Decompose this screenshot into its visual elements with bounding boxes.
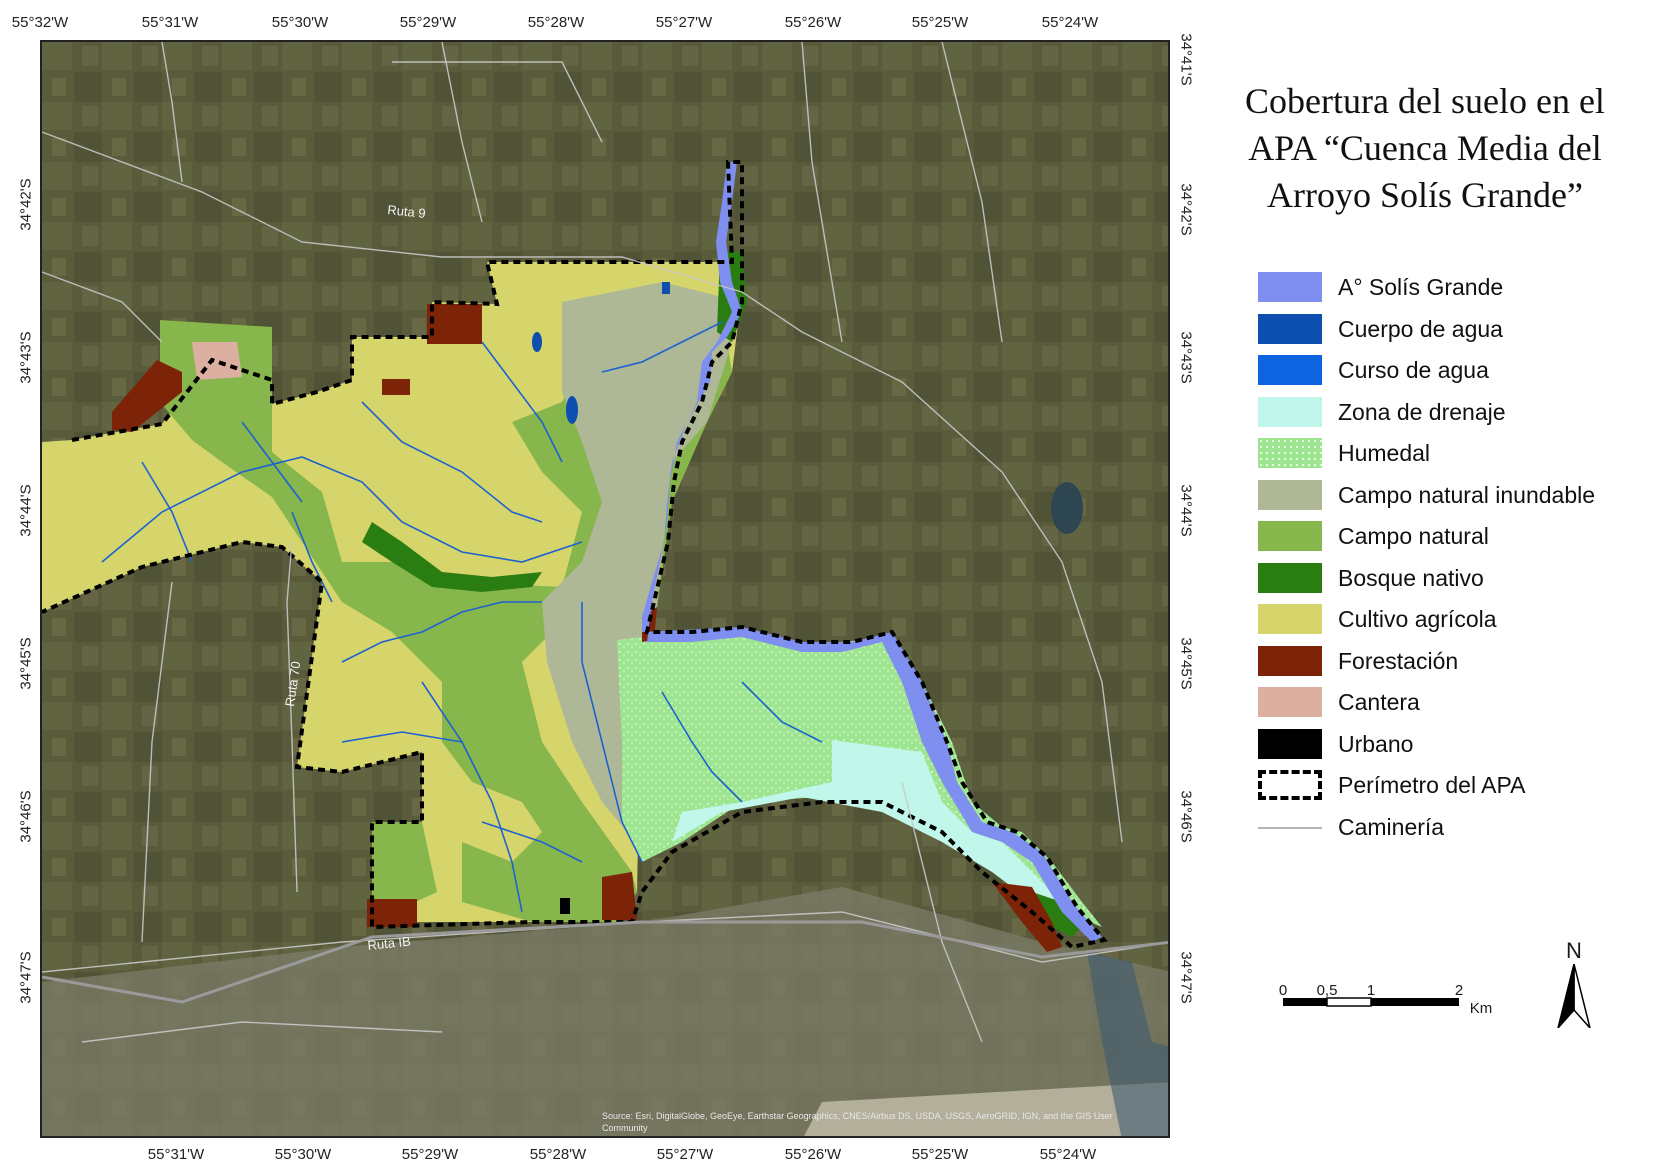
lon-tick-bottom: 55°26'W: [784, 1146, 842, 1163]
forestacion-5: [602, 872, 637, 920]
legend-label: Bosque nativo: [1338, 564, 1484, 591]
pond: [1051, 482, 1083, 534]
title-line-3: Arroyo Solís Grande”: [1267, 175, 1583, 215]
north-arrow: N: [1552, 938, 1596, 1028]
urbano-area: [560, 898, 570, 914]
lon-tick-bottom: 55°27'W: [656, 1146, 714, 1163]
scale-tick-2: 2: [1454, 982, 1464, 999]
scale-tick-0-5: 0,5: [1316, 982, 1338, 999]
map-credits: Source: Esri, DigitalGlobe, GeoEye, Eart…: [602, 1111, 1113, 1133]
legend-swatch: [1258, 396, 1322, 427]
cuerpo-agua-1: [662, 282, 670, 294]
map-title: Cobertura del suelo en el APA “Cuenca Me…: [1205, 78, 1645, 219]
lon-tick-bottom: 55°28'W: [529, 1146, 587, 1163]
legend-label: Cuerpo de agua: [1338, 315, 1503, 342]
land-cover-map: Ruta 9 Ruta 70 Ruta IB: [42, 42, 1168, 1136]
forestacion-3: [382, 379, 410, 395]
legend-label: Campo natural: [1338, 523, 1489, 549]
lat-tick-right: 34°44'S: [1177, 484, 1195, 537]
legend-item: A° Solís Grande: [1258, 270, 1648, 304]
lat-tick-left: 34°47'S: [17, 951, 35, 1004]
lat-tick-left: 34°42'S: [17, 178, 35, 231]
scale-unit: Km: [1469, 1000, 1493, 1017]
lon-tick-bottom: 55°31'W: [147, 1146, 205, 1163]
legend-label: Cultivo agrícola: [1338, 606, 1497, 632]
map-frame[interactable]: Ruta 9 Ruta 70 Ruta IB Source: Esri, Dig…: [40, 40, 1170, 1138]
legend-label: Caminería: [1338, 813, 1445, 840]
lon-tick-top: 55°30'W: [271, 14, 329, 31]
lat-tick-right: 34°46'S: [1177, 790, 1195, 843]
legend-swatch: [1258, 479, 1322, 510]
legend-label: A° Solís Grande: [1338, 274, 1504, 300]
legend-label: Urbano: [1338, 730, 1414, 757]
lat-tick-left: 34°46'S: [17, 790, 35, 843]
lon-tick-bottom: 55°30'W: [274, 1146, 332, 1163]
legend-item: Perímetro del APA: [1258, 768, 1648, 802]
legend-swatch: [1258, 355, 1322, 385]
legend-item: Bosque nativo: [1258, 561, 1648, 595]
cuerpo-agua-3: [566, 396, 578, 424]
legend-swatch: [1258, 272, 1322, 302]
legend-item: Humedal: [1258, 436, 1648, 470]
lon-tick-top: 55°31'W: [141, 14, 199, 31]
lon-tick-top: 55°27'W: [655, 14, 713, 31]
legend-item: Zona de drenaje: [1258, 395, 1648, 429]
lat-tick-right: 34°41'S: [1177, 33, 1195, 86]
lat-tick-left: 34°45'S: [17, 637, 35, 690]
legend-item: Cuerpo de agua: [1258, 312, 1648, 346]
cantera-area: [192, 342, 242, 380]
legend-swatch: [1258, 826, 1322, 829]
lat-tick-left: 34°44'S: [17, 484, 35, 537]
legend-swatch: [1258, 687, 1322, 717]
lon-tick-top: 55°29'W: [399, 14, 457, 31]
legend-label: Campo natural inundable: [1338, 481, 1596, 508]
legend-swatch: [1258, 438, 1322, 468]
legend-item: Forestación: [1258, 644, 1648, 678]
legend-item: Caminería: [1258, 810, 1648, 844]
cuerpo-agua-2: [532, 332, 542, 352]
legend-item: Curso de agua: [1258, 353, 1648, 387]
north-label: N: [1566, 938, 1582, 963]
legend-label: Zona de drenaje: [1338, 398, 1506, 425]
legend-swatch: [1258, 562, 1322, 593]
forestacion-1: [427, 304, 482, 344]
legend-label: Forestación: [1338, 647, 1459, 674]
scale-tick-0: 0: [1278, 982, 1288, 999]
lat-tick-right: 34°45'S: [1177, 637, 1195, 690]
lon-tick-bottom: 55°24'W: [1039, 1146, 1097, 1163]
lat-tick-left: 34°43'S: [17, 331, 35, 384]
lat-tick-right: 34°42'S: [1177, 183, 1195, 236]
lat-tick-right: 34°47'S: [1177, 951, 1195, 1004]
lon-tick-bottom: 55°29'W: [401, 1146, 459, 1163]
legend-swatch: [1258, 645, 1322, 676]
legend-swatch: [1258, 728, 1322, 759]
lat-tick-right: 34°43'S: [1177, 331, 1195, 384]
scale-tick-1: 1: [1366, 982, 1376, 999]
forestacion-4: [367, 899, 417, 927]
lon-tick-top: 55°25'W: [911, 14, 969, 31]
lon-tick-top: 55°32'W: [11, 14, 69, 31]
lon-tick-top: 55°24'W: [1041, 14, 1099, 31]
legend-item: Campo natural inundable: [1258, 478, 1648, 512]
legend-item: Urbano: [1258, 727, 1648, 761]
legend-swatch: [1258, 604, 1322, 634]
legend-label: Cantera: [1338, 689, 1420, 715]
legend-swatch: [1258, 521, 1322, 551]
lon-tick-bottom: 55°25'W: [911, 1146, 969, 1163]
legend-label: Humedal: [1338, 440, 1431, 466]
legend-label: Perímetro del APA: [1338, 772, 1526, 798]
legend-swatch: [1258, 770, 1322, 800]
legend-item: Cultivo agrícola: [1258, 602, 1648, 636]
north-arrow-icon: [1557, 964, 1591, 1028]
lon-tick-top: 55°28'W: [527, 14, 585, 31]
title-line-2: APA “Cuenca Media del: [1248, 128, 1602, 168]
legend-item: Cantera: [1258, 685, 1648, 719]
title-line-1: Cobertura del suelo en el: [1245, 81, 1605, 121]
legend-swatch: [1258, 313, 1322, 344]
legend-item: Campo natural: [1258, 519, 1648, 553]
legend-label: Curso de agua: [1338, 357, 1489, 383]
lon-tick-top: 55°26'W: [784, 14, 842, 31]
